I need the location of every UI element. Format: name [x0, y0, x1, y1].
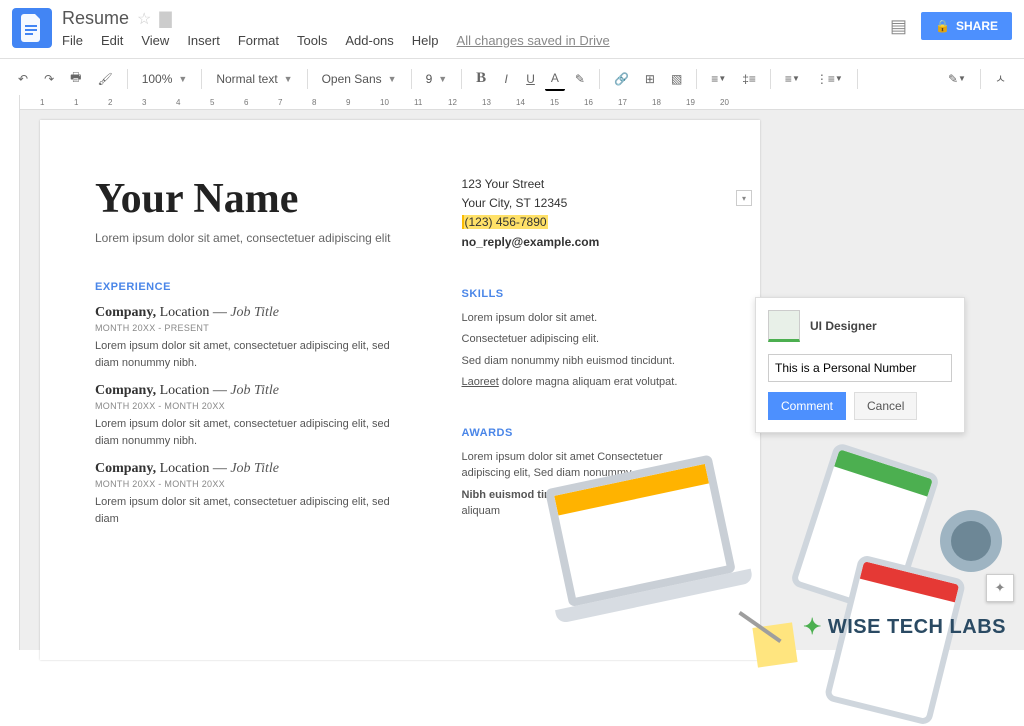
line-spacing-button[interactable]: ‡≡ — [736, 68, 762, 90]
skill-line: Consectetuer adipiscing elit. — [462, 331, 705, 348]
section-skills: SKILLS — [462, 288, 705, 300]
skill-line: Sed diam nonummy nibh euismod tincidunt. — [462, 353, 705, 370]
insert-comment-button[interactable]: ⊞ — [639, 68, 661, 90]
job-entry: Company, Location — Job Title — [95, 461, 412, 477]
share-label: SHARE — [956, 19, 998, 33]
print-button[interactable]: 🖶 — [64, 64, 87, 93]
style-dropdown[interactable]: Normal text▼ — [210, 69, 298, 89]
contact-phone-highlighted: (123) 456-7890 — [462, 215, 548, 229]
align-button[interactable]: ≡ ▼ — [705, 68, 732, 90]
editing-mode-button[interactable]: ✎ ▼ — [942, 68, 972, 90]
comment-marker-icon[interactable]: ▾ — [736, 190, 752, 206]
resume-name: Your Name — [95, 175, 412, 223]
redo-button[interactable]: ↷ — [38, 68, 60, 90]
numbered-list-button[interactable]: ≡ ▼ — [779, 68, 806, 90]
contact-block: 123 Your Street Your City, ST 12345 (123… — [462, 175, 705, 252]
section-experience: EXPERIENCE — [95, 281, 412, 293]
zoom-dropdown[interactable]: 100%▼ — [136, 69, 194, 89]
job-period: MONTH 20XX - MONTH 20XX — [95, 401, 412, 411]
contact-city: Your City, ST 12345 — [462, 194, 705, 213]
menu-edit[interactable]: Edit — [101, 33, 123, 48]
undo-button[interactable]: ↶ — [12, 68, 34, 90]
font-dropdown[interactable]: Open Sans▼ — [316, 69, 403, 89]
hide-menus-button[interactable]: ㅅ — [989, 66, 1012, 91]
save-status[interactable]: All changes saved in Drive — [457, 33, 610, 48]
highlight-button[interactable]: ✎ — [569, 68, 591, 90]
job-desc: Lorem ipsum dolor sit amet, consectetuer… — [95, 416, 412, 449]
bold-button[interactable]: B — [470, 66, 492, 91]
horizontal-ruler: 11234567891011121314151617181920 — [0, 95, 1024, 110]
toolbar: ↶ ↷ 🖶 🖌 100%▼ Normal text▼ Open Sans▼ 9▼… — [0, 58, 1024, 99]
menu-view[interactable]: View — [141, 33, 169, 48]
job-period: MONTH 20XX - MONTH 20XX — [95, 479, 412, 489]
section-awards: AWARDS — [462, 427, 705, 439]
menu-addons[interactable]: Add-ons — [345, 33, 393, 48]
menu-insert[interactable]: Insert — [187, 33, 220, 48]
contact-email: no_reply@example.com — [462, 233, 705, 252]
folder-icon[interactable]: ▇ — [159, 9, 171, 29]
job-entry: Company, Location — Job Title — [95, 383, 412, 399]
docs-logo[interactable] — [12, 8, 52, 48]
italic-button[interactable]: I — [496, 68, 516, 90]
job-desc: Lorem ipsum dolor sit amet, consectetuer… — [95, 338, 412, 371]
insert-image-button[interactable]: ▧ — [665, 68, 688, 90]
skill-line: Laoreet dolore magna aliquam erat volutp… — [462, 374, 705, 391]
vertical-ruler — [0, 95, 20, 650]
underline-button[interactable]: U — [520, 68, 541, 90]
avatar — [768, 310, 800, 342]
job-entry: Company, Location — Job Title — [95, 305, 412, 321]
insert-link-button[interactable]: 🔗 — [608, 68, 635, 90]
contact-street: 123 Your Street — [462, 175, 705, 194]
skill-line: Lorem ipsum dolor sit amet. — [462, 310, 705, 327]
menu-help[interactable]: Help — [412, 33, 439, 48]
document-title[interactable]: Resume — [62, 8, 129, 29]
comment-popup: UI Designer Comment Cancel — [755, 297, 965, 433]
award-line: Nibh euismod tincidunt ut laoreet dolore… — [462, 487, 705, 520]
text-color-button[interactable]: A — [545, 67, 565, 91]
resume-tagline: Lorem ipsum dolor sit amet, consectetuer… — [95, 231, 412, 245]
menu-tools[interactable]: Tools — [297, 33, 327, 48]
decorative-tablet — [790, 442, 941, 619]
comments-icon[interactable]: ▤ — [890, 16, 907, 37]
comment-submit-button[interactable]: Comment — [768, 392, 846, 420]
comment-author: UI Designer — [810, 319, 877, 333]
menu-format[interactable]: Format — [238, 33, 279, 48]
menu-file[interactable]: File — [62, 33, 83, 48]
menu-bar: File Edit View Insert Format Tools Add-o… — [62, 33, 890, 48]
lock-icon: 🔒 — [935, 19, 950, 33]
comment-input[interactable] — [768, 354, 952, 382]
watermark-brand: ✦WISE TECH LABS — [803, 614, 1006, 640]
award-line: Lorem ipsum dolor sit amet Consectetuer … — [462, 449, 705, 482]
paint-format-button[interactable]: 🖌 — [91, 68, 118, 90]
explore-button[interactable]: ✦ — [986, 574, 1014, 602]
job-period: MONTH 20XX - PRESENT — [95, 323, 412, 333]
bulleted-list-button[interactable]: ⋮≡ ▼ — [810, 68, 849, 90]
job-desc: Lorem ipsum dolor sit amet, consectetuer… — [95, 494, 412, 527]
share-button[interactable]: 🔒 SHARE — [921, 12, 1012, 40]
comment-cancel-button[interactable]: Cancel — [854, 392, 917, 420]
font-size-dropdown[interactable]: 9▼ — [420, 69, 454, 89]
document-page[interactable]: ▾ Your Name Lorem ipsum dolor sit amet, … — [40, 120, 760, 660]
decorative-cup — [940, 510, 1002, 572]
star-icon[interactable]: ☆ — [137, 9, 151, 29]
